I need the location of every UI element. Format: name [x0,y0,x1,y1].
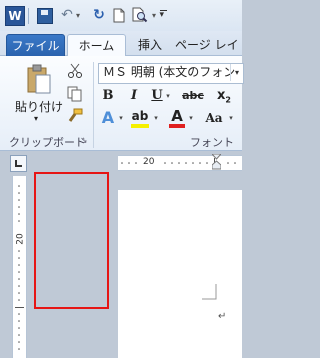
ribbon: 貼り付け ▾ クリップボード ↘ ＭＳ 明朝 (本文のフォン ▾ B I U ▾… [0,56,244,151]
highlight-dropdown-icon[interactable]: ▾ [151,108,161,128]
copy-icon[interactable] [67,86,83,102]
format-painter-icon[interactable] [67,108,83,124]
underline-button[interactable]: U [150,86,164,106]
text-effects-dropdown-icon[interactable]: ▾ [116,108,126,128]
subscript-button[interactable]: x2 [214,86,234,106]
redo-icon[interactable]: ↻ [90,6,108,24]
font-color-dropdown-icon[interactable]: ▾ [186,108,196,128]
paragraph-mark: ↵ [218,311,227,322]
tab-selector[interactable] [10,155,27,172]
group-separator [93,62,94,148]
change-case-button[interactable]: Aa [203,108,225,128]
quick-access-toolbar: W ↶ ▾ ↻ ▾ ▾ [0,0,242,31]
print-preview-icon[interactable] [131,6,149,24]
font-name-value: ＭＳ 明朝 (本文のフォン [103,65,236,79]
clipboard-launcher-icon[interactable]: ↘ [80,136,88,146]
highlight-button[interactable]: ab [130,106,150,128]
vertical-ruler[interactable]: 20 [12,176,27,358]
horizontal-ruler-number: 20 [143,157,155,167]
font-group-label: フォント [190,136,234,149]
underline-dropdown-icon[interactable]: ▾ [163,86,173,106]
tab-insert[interactable]: 挿入 [135,34,165,56]
clipboard-group-label: クリップボード [9,136,86,149]
save-icon[interactable] [37,8,53,24]
customize-toolbar-icon[interactable]: ▾ [158,6,168,24]
vertical-ruler-ticks [15,185,24,350]
undo-dropdown-icon[interactable]: ▾ [73,6,83,24]
bold-button[interactable]: B [100,86,116,106]
font-color-bar [169,124,185,128]
margin-corner-mark [202,284,217,300]
indent-marker-icon[interactable] [210,153,223,170]
font-name-dropdown-icon[interactable]: ▾ [230,64,243,81]
subscript-digit: 2 [225,95,231,105]
paste-dropdown-icon[interactable]: ▾ [34,114,38,123]
font-color-button[interactable]: A [168,106,186,128]
horizontal-ruler[interactable]: 20 [118,153,242,171]
strikethrough-button[interactable]: abc [180,86,206,106]
font-color-label: A [171,107,183,125]
text-effects-button[interactable]: A [100,108,116,128]
word-app-icon[interactable]: W [5,6,25,26]
highlight-label: ab [131,109,149,123]
vertical-ruler-number: 20 [15,233,26,245]
font-name-combo[interactable]: ＭＳ 明朝 (本文のフォン ▾ [98,63,244,84]
paste-button[interactable]: 貼り付け [15,98,63,115]
left-tab-icon [15,160,22,167]
cut-icon[interactable] [67,63,83,79]
horizontal-ruler-ticks [121,158,236,168]
new-document-icon[interactable] [110,6,128,24]
ribbon-tabs: ファイル ホーム 挿入 ページ レイ [0,31,242,58]
change-case-dropdown-icon[interactable]: ▾ [226,108,236,128]
italic-button[interactable]: I [126,86,142,106]
document-page[interactable]: ↵ [118,190,242,358]
paste-label: 貼り付け [15,100,64,114]
tab-page-layout[interactable]: ページ レイ [175,34,255,56]
paste-icon[interactable] [25,64,53,96]
highlight-box [34,172,109,309]
tab-home[interactable]: ホーム [67,34,126,58]
toolbar-separator [28,8,29,24]
highlight-color-bar [131,124,149,128]
tab-file[interactable]: ファイル [6,34,65,58]
